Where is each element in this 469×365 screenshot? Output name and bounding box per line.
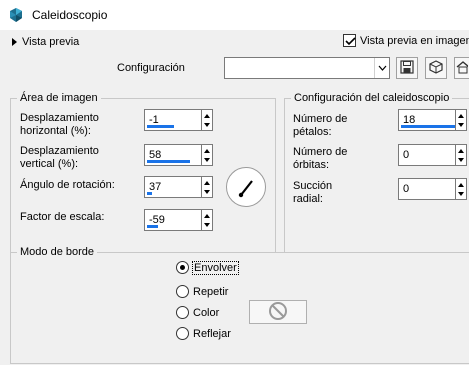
preview-in-image-label: Vista previa en imagen (360, 34, 469, 47)
spin-down-icon[interactable] (458, 123, 464, 127)
radial-suction-label: Succión radial: (293, 180, 333, 205)
kaleidoscope-app-icon (8, 7, 24, 23)
radio-envolver[interactable]: Envolver (176, 260, 239, 275)
spin-up-icon[interactable] (458, 114, 464, 118)
spin-up-icon[interactable] (458, 149, 464, 153)
spin-down-icon[interactable] (204, 158, 210, 162)
radio-color-label: Color (193, 306, 220, 319)
scale-factor-spin-arrows[interactable] (202, 209, 213, 231)
horizontal-offset-input[interactable]: -1 (144, 109, 202, 131)
radial-suction-input[interactable]: 0 (398, 178, 456, 200)
kaleido-config-panel: Configuración del caleidoscopio Número d… (284, 92, 469, 268)
spin-down-icon[interactable] (458, 192, 464, 196)
kaleido-config-title: Configuración del caleidoscopio (291, 92, 453, 104)
dial-needle-icon (238, 180, 253, 198)
reset-button[interactable] (454, 57, 469, 79)
spin-down-icon[interactable] (204, 123, 210, 127)
spin-down-icon[interactable] (458, 158, 464, 162)
radio-button[interactable] (176, 285, 189, 298)
rotation-angle-bar (147, 192, 152, 195)
spin-up-icon[interactable] (458, 183, 464, 187)
config-label: Configuración (117, 62, 185, 74)
save-preset-button[interactable] (396, 57, 418, 79)
spin-up-icon[interactable] (204, 149, 210, 153)
home-icon (456, 60, 469, 77)
radio-repetir-label: Repetir (193, 285, 229, 298)
scale-factor-bar (147, 225, 158, 228)
petals-stepper[interactable]: 18 (398, 109, 468, 131)
prohibited-icon (268, 301, 288, 324)
radial-suction-spin-arrows[interactable] (456, 178, 467, 200)
petals-input[interactable]: 18 (398, 109, 456, 131)
petals-bar (401, 125, 455, 128)
scale-factor-label: Factor de escala: (20, 211, 105, 223)
radio-color[interactable]: Color (176, 306, 219, 319)
vertical-offset-stepper[interactable]: 58 (144, 144, 214, 166)
petals-spin-arrows[interactable] (456, 109, 467, 131)
randomize-button[interactable] (425, 57, 447, 79)
vertical-offset-input[interactable]: 58 (144, 144, 202, 166)
border-mode-title: Modo de borde (17, 246, 97, 258)
rotation-dial[interactable] (226, 167, 266, 207)
preview-toggle-label: Vista previa (22, 36, 80, 48)
orbits-label: Número de órbitas: (293, 146, 348, 171)
vertical-offset-spin-arrows[interactable] (202, 144, 213, 166)
spin-up-icon[interactable] (204, 114, 210, 118)
expand-triangle-icon (12, 38, 17, 46)
radio-envolver-label: Envolver (192, 260, 239, 275)
vertical-offset-label: Desplazamiento vertical (%): (20, 145, 99, 170)
vertical-offset-bar (147, 160, 190, 163)
config-select[interactable] (224, 57, 390, 79)
radio-reflejar-label: Reflejar (193, 327, 231, 340)
chevron-down-icon[interactable] (374, 58, 389, 78)
horizontal-offset-label: Desplazamiento horizontal (%): (20, 112, 99, 137)
radio-button[interactable] (176, 306, 189, 319)
rotation-angle-spin-arrows[interactable] (202, 176, 213, 198)
horizontal-offset-spin-arrows[interactable] (202, 109, 213, 131)
dialog-client: Vista previa Vista previa en imagen Conf… (0, 30, 469, 365)
image-area-title: Área de imagen (17, 92, 101, 104)
radio-reflejar[interactable]: Reflejar (176, 327, 231, 340)
horizontal-offset-stepper[interactable]: -1 (144, 109, 214, 131)
window-title: Caleidoscopio (32, 8, 108, 22)
scale-factor-stepper[interactable]: -59 (144, 209, 214, 231)
rotation-angle-input[interactable]: 37 (144, 176, 202, 198)
preview-toggle[interactable]: Vista previa (12, 35, 79, 49)
border-color-swatch[interactable] (249, 300, 307, 324)
rotation-angle-stepper[interactable]: 37 (144, 176, 214, 198)
petals-label: Número de pétalos: (293, 113, 348, 138)
scale-factor-input[interactable]: -59 (144, 209, 202, 231)
orbits-stepper[interactable]: 0 (398, 144, 468, 166)
radio-repetir[interactable]: Repetir (176, 285, 228, 298)
radio-button[interactable] (176, 327, 189, 340)
spin-up-icon[interactable] (204, 181, 210, 185)
spin-down-icon[interactable] (204, 190, 210, 194)
orbits-input[interactable]: 0 (398, 144, 456, 166)
checkbox-box[interactable] (343, 34, 356, 47)
orbits-spin-arrows[interactable] (456, 144, 467, 166)
cube-icon (429, 59, 443, 77)
horizontal-offset-bar (147, 125, 174, 128)
border-mode-panel: Modo de borde (10, 246, 469, 364)
save-icon (400, 59, 414, 77)
rotation-angle-label: Ángulo de rotación: (20, 179, 115, 191)
spin-up-icon[interactable] (204, 214, 210, 218)
preview-in-image-checkbox[interactable]: Vista previa en imagen (343, 34, 469, 47)
spin-down-icon[interactable] (204, 223, 210, 227)
title-bar: Caleidoscopio (0, 0, 469, 30)
radial-suction-stepper[interactable]: 0 (398, 178, 468, 200)
radio-button[interactable] (176, 261, 189, 274)
